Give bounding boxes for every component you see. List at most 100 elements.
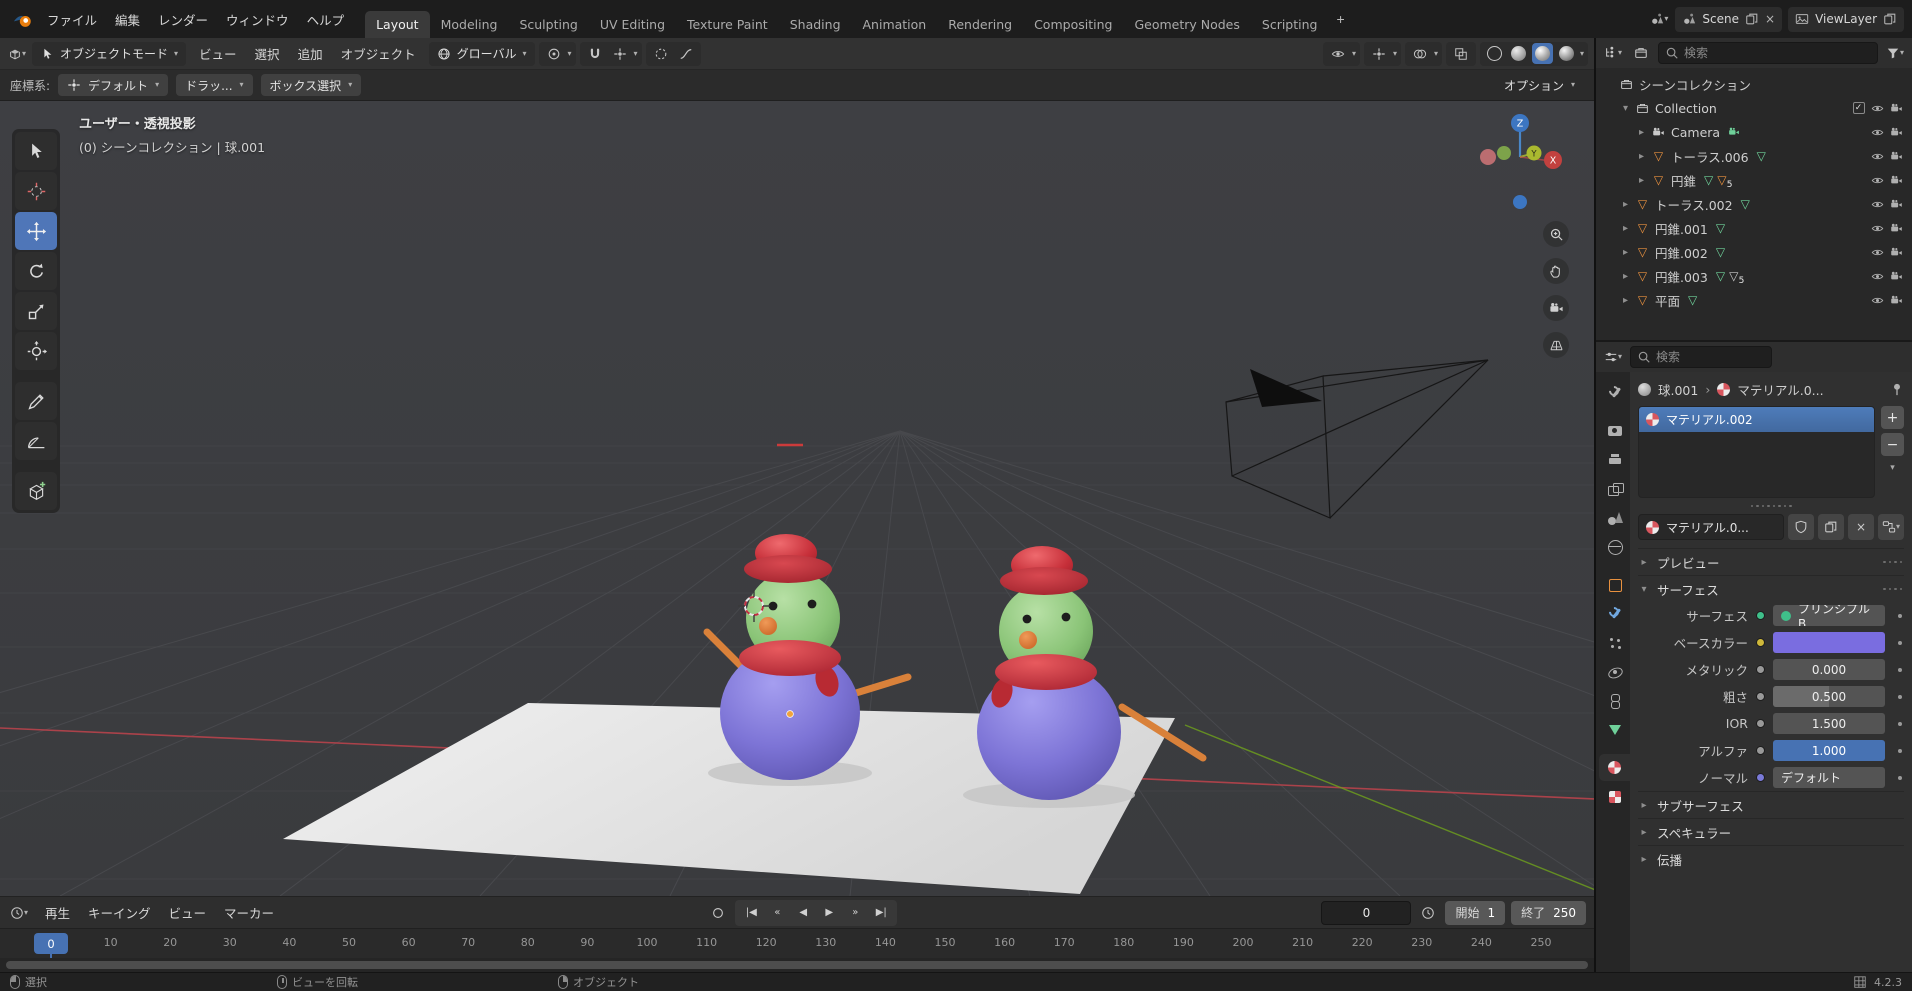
eye-visibility-toggle[interactable] [1868, 174, 1887, 187]
outliner-row-8[interactable]: ▸ ▽ 円錐.003 ▽ ▽ 5 [1596, 264, 1912, 288]
expand-arrow-icon[interactable]: ▸ [1634, 127, 1649, 138]
expand-arrow-icon[interactable]: ▾ [1618, 103, 1633, 114]
properties-tab-object[interactable] [1599, 571, 1630, 598]
workspace-tab-geometry-nodes[interactable]: Geometry Nodes [1123, 11, 1250, 38]
tool-transform-button[interactable] [15, 332, 57, 370]
transport-jump-end-button[interactable]: ▶| [869, 902, 893, 924]
workspace-tab-layout[interactable]: Layout [365, 11, 430, 38]
outliner-row-5[interactable]: ▸ ▽ トーラス.002 ▽ [1596, 192, 1912, 216]
current-frame-field[interactable]: 0 [1321, 900, 1412, 925]
camera-visibility-toggle[interactable] [1887, 174, 1906, 187]
transform-orientation-selector[interactable]: グローバル ▾ [428, 41, 535, 66]
frame-start-field[interactable]: 開始 1 [1445, 900, 1506, 925]
add-workspace-button[interactable]: + [1328, 7, 1352, 31]
remove-slot-button[interactable]: − [1881, 433, 1904, 456]
panel-transmission[interactable]: ▸ 伝播 [1638, 845, 1904, 872]
viewlayer-selector[interactable]: ViewLayer [1788, 6, 1904, 32]
gizmo-extra-ball[interactable] [1513, 195, 1527, 209]
workspace-tab-texture-paint[interactable]: Texture Paint [676, 11, 779, 38]
color-swatch[interactable] [1773, 632, 1885, 653]
camera-object[interactable] [1225, 359, 1489, 519]
xray-toggle[interactable] [1445, 41, 1476, 66]
properties-tab-render[interactable] [1599, 417, 1630, 444]
snap-target-icon[interactable] [609, 43, 631, 65]
pin-icon[interactable] [1890, 382, 1904, 396]
properties-tab-constraints[interactable] [1599, 687, 1630, 714]
material-name-field[interactable]: マテリアル.0... [1638, 514, 1784, 540]
topbar-menu-2[interactable]: レンダー [149, 6, 217, 33]
expand-arrow-icon[interactable]: ▸ [1638, 827, 1650, 838]
tool-move-button[interactable] [15, 212, 57, 250]
outliner-filter-button[interactable]: ▾ [1884, 42, 1906, 64]
proportional-edit-controls[interactable] [645, 41, 701, 66]
panel-preview[interactable]: ▸ プレビュー [1638, 548, 1904, 575]
visibility-dropdown[interactable]: ▾ [1322, 41, 1360, 66]
transport-jump-next-key-button[interactable]: » [843, 902, 867, 924]
eye-visibility-toggle[interactable] [1868, 270, 1887, 283]
gizmos-dropdown[interactable]: ▾ [1363, 41, 1401, 66]
camera-visibility-toggle[interactable] [1887, 198, 1906, 211]
viewport-3d[interactable]: ユーザー・透視投影 (0) シーンコレクション | 球.001 Z Y X [0, 101, 1594, 896]
mode-selector[interactable]: オブジェクトモード ▾ [32, 41, 187, 66]
browse-scene-icon[interactable]: ▾ [1649, 8, 1669, 30]
frame-end-field[interactable]: 終了 250 [1511, 900, 1587, 925]
pan-button[interactable] [1543, 258, 1569, 284]
eye-visibility-toggle[interactable] [1868, 294, 1887, 307]
property-dropdown[interactable]: プリンシプルB... [1773, 605, 1885, 626]
camera-visibility-toggle[interactable] [1887, 270, 1906, 283]
list-resize-grip[interactable] [1638, 500, 1904, 512]
properties-tab-object-data[interactable] [1599, 716, 1630, 743]
tool-scale-button[interactable] [15, 292, 57, 330]
workspace-tab-modeling[interactable]: Modeling [430, 11, 509, 38]
transport-jump-prev-key-button[interactable]: « [765, 902, 789, 924]
workspace-tab-sculpting[interactable]: Sculpting [508, 11, 588, 38]
current-frame-marker[interactable]: 0 [34, 933, 68, 954]
workspace-tab-shading[interactable]: Shading [779, 11, 852, 38]
topbar-menu-3[interactable]: ウィンドウ [217, 6, 298, 33]
outliner-row-3[interactable]: ▸ ▽ トーラス.006 ▽ [1596, 144, 1912, 168]
blender-logo-icon[interactable] [8, 5, 38, 35]
tool-cursor-button[interactable] [15, 172, 57, 210]
breadcrumb-object[interactable]: 球.001 [1658, 380, 1698, 399]
outliner-row-4[interactable]: ▸ ▽ 円錐 ▽ ▽ 5 [1596, 168, 1912, 192]
gizmo-neg-x-ball[interactable] [1480, 149, 1496, 165]
camera-visibility-toggle[interactable] [1887, 294, 1906, 307]
drag-mode-dropdown[interactable]: ドラッ... ▾ [176, 74, 253, 96]
expand-arrow-icon[interactable]: ▸ [1618, 295, 1633, 306]
expand-arrow-icon[interactable]: ▸ [1618, 271, 1633, 282]
new-viewlayer-icon[interactable] [1883, 12, 1897, 26]
properties-tab-tool[interactable] [1599, 379, 1630, 406]
node-editor-toggle[interactable]: ▾ [1878, 514, 1904, 540]
options-dropdown[interactable]: オプション ▾ [1495, 74, 1584, 96]
outliner-editor-type-button[interactable]: ▾ [1602, 42, 1624, 64]
expand-arrow-icon[interactable]: ▸ [1638, 557, 1650, 568]
shading-rendered-button[interactable] [1556, 43, 1577, 64]
expand-arrow-icon[interactable]: ▸ [1618, 199, 1633, 210]
slot-specials-icon[interactable]: ▾ [1890, 463, 1895, 473]
perspective-toggle-button[interactable] [1543, 332, 1569, 358]
zoom-button[interactable] [1543, 221, 1569, 247]
tool-measure-button[interactable] [15, 422, 57, 460]
viewport-menu-1[interactable]: 選択 [246, 40, 289, 67]
timeline-ruler[interactable]: 0 10 20 30 40 50 60 70 80 90 100 110 120 130 140 150 160… [0, 928, 1594, 958]
tool-add-cube-button[interactable] [15, 472, 57, 510]
transport-play-button[interactable]: ▶ [817, 902, 841, 924]
viewport-menu-3[interactable]: オブジェクト [332, 40, 425, 67]
tool-annotate-button[interactable] [15, 382, 57, 420]
collapse-arrow-icon[interactable]: ▾ [1638, 584, 1650, 595]
viewport-menu-0[interactable]: ビュー [190, 40, 246, 67]
properties-search[interactable] [1630, 346, 1772, 368]
camera-visibility-toggle[interactable] [1887, 102, 1906, 115]
falloff-curve-icon[interactable] [675, 43, 697, 65]
properties-tab-view-layer[interactable] [1599, 475, 1630, 502]
property-slider[interactable]: 1.500 [1773, 713, 1885, 734]
shading-wireframe-button[interactable] [1484, 43, 1505, 64]
properties-tab-material[interactable] [1599, 754, 1630, 781]
add-slot-button[interactable]: + [1881, 406, 1904, 429]
camera-visibility-toggle[interactable] [1887, 126, 1906, 139]
workspace-tab-rendering[interactable]: Rendering [937, 11, 1023, 38]
properties-tab-world[interactable] [1599, 533, 1630, 560]
expand-arrow-icon[interactable]: ▸ [1638, 800, 1650, 811]
properties-tab-scene[interactable] [1599, 504, 1630, 531]
outliner-display-mode-button[interactable] [1630, 42, 1652, 64]
